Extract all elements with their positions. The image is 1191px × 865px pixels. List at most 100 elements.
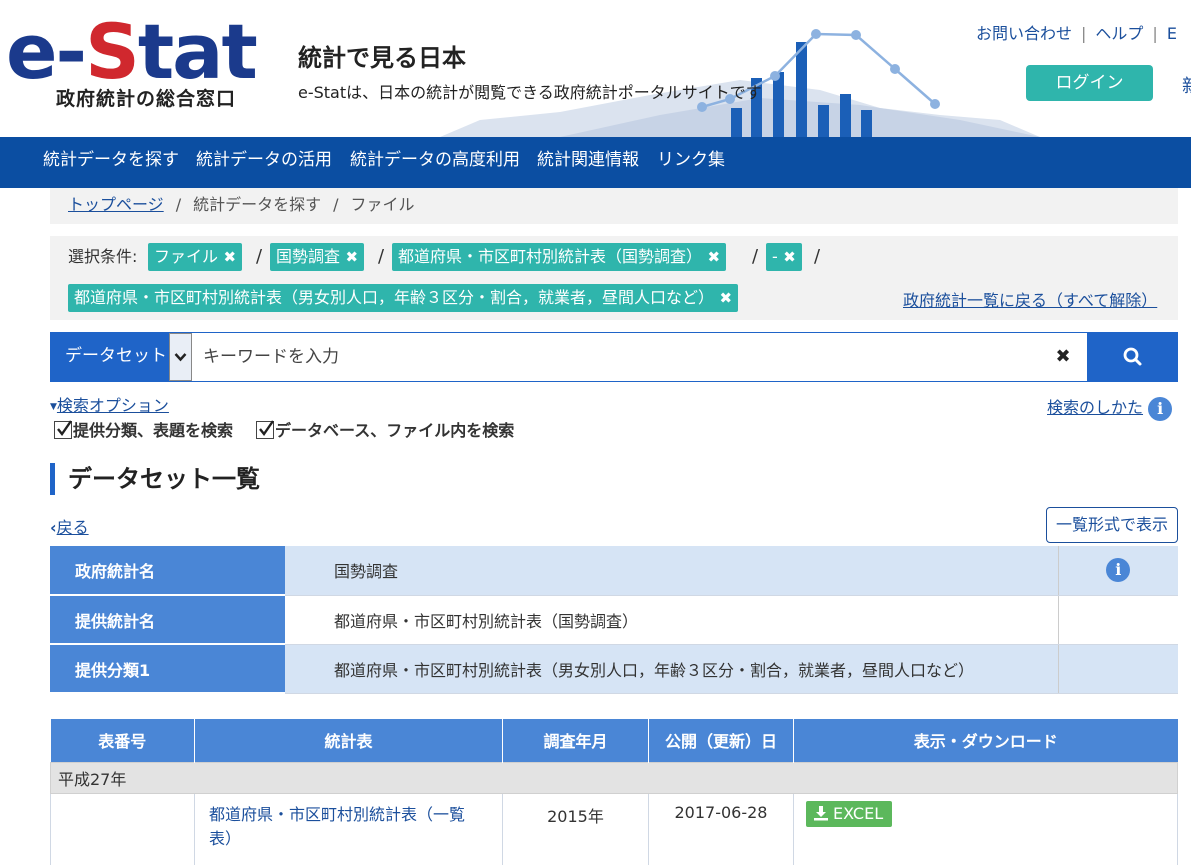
close-icon[interactable]: ✖ <box>345 243 358 271</box>
chip-label: - <box>772 247 778 266</box>
register-link-partial[interactable]: 新 <box>1182 72 1191 98</box>
checkbox-label: 提供分類、表題を検索 <box>73 421 234 440</box>
chevron-down-icon[interactable] <box>169 333 192 381</box>
logo-wordmark: e-Stat <box>6 12 258 92</box>
logo-subtitle: 政府統計の総合窓口 <box>56 88 237 110</box>
estat-logo[interactable]: e-Stat <box>6 12 258 92</box>
top-link-divider: | <box>1081 24 1087 43</box>
info-value: 国勢調査 <box>285 546 1058 596</box>
list-view-button[interactable]: 一覧形式で表示 <box>1046 507 1178 543</box>
chip-label: 国勢調査 <box>276 247 341 266</box>
column-header-survey-date: 調査年月 <box>502 719 649 762</box>
breadcrumb-file: ファイル <box>350 195 415 214</box>
top-links: お問い合わせ | ヘルプ | E <box>976 20 1177 44</box>
condition-chip-dash[interactable]: - ✖ <box>766 243 802 271</box>
close-icon[interactable]: ✖ <box>719 284 732 312</box>
table-number-cell <box>50 792 195 865</box>
checkbox-checked-icon[interactable] <box>54 420 72 439</box>
info-value: 都道府県・市区町村別統計表（男女別人口，年齢３区分・割合，就業者，昼間人口など） <box>285 644 1058 694</box>
chip-separator: / <box>378 246 385 267</box>
chip-separator: / <box>752 246 759 267</box>
search-input[interactable] <box>192 333 1087 381</box>
nav-item-data-usage[interactable]: 統計データの活用 <box>196 137 332 188</box>
year-group-row: 平成27年 <box>50 761 1178 794</box>
column-header-stat-table: 統計表 <box>194 719 503 762</box>
breadcrumb-top-page[interactable]: トップページ <box>68 195 164 214</box>
dataset-table: 表番号 統計表 調査年月 公開（更新）日 表示・ダウンロード 平成27年 都道府… <box>50 719 1178 865</box>
info-icon: i <box>1148 396 1173 421</box>
chip-label: ファイル <box>154 247 219 266</box>
search-howto-link[interactable]: 検索のしかた i <box>1047 394 1173 421</box>
search-button[interactable] <box>1087 333 1178 381</box>
download-icon <box>814 805 828 820</box>
info-cell <box>1057 595 1178 645</box>
reset-conditions-link[interactable]: 政府統計一覧に戻る（すべて解除） <box>903 287 1157 311</box>
site-title: 統計で見る日本 <box>298 44 466 72</box>
condition-chip-stat-name[interactable]: 都道府県・市区町村別統計表（国勢調査） ✖ <box>392 243 727 271</box>
table-header-row: 表番号 統計表 調査年月 公開（更新）日 表示・ダウンロード <box>50 719 1178 762</box>
nav-item-advanced-usage[interactable]: 統計データの高度利用 <box>350 137 520 188</box>
search-options-label: 検索オプション <box>56 396 169 415</box>
close-icon[interactable]: ✖ <box>707 243 720 271</box>
info-cell <box>1057 644 1178 694</box>
logo-part-tat: tat <box>137 7 258 96</box>
search-bar: データセット ✖ <box>50 332 1178 382</box>
excel-download-button[interactable]: EXCEL <box>806 800 893 827</box>
condition-chip-category[interactable]: 都道府県・市区町村別統計表（男女別人口，年齢３区分・割合，就業者，昼間人口など）… <box>68 284 739 312</box>
condition-chip-file[interactable]: ファイル ✖ <box>148 243 243 271</box>
close-icon[interactable]: ✖ <box>783 243 796 271</box>
search-type-select[interactable]: データセット <box>51 333 169 381</box>
stat-table-link[interactable]: 都道府県・市区町村別統計表（一覧表） <box>194 792 503 865</box>
published-date-cell: 2017-06-28 <box>648 792 794 865</box>
chip-label: 都道府県・市区町村別統計表（男女別人口，年齢３区分・割合，就業者，昼間人口など） <box>74 288 715 307</box>
search-options-toggle[interactable]: ▼検索オプション <box>50 392 169 416</box>
login-button[interactable]: ログイン <box>1026 65 1153 101</box>
top-link-divider: | <box>1152 24 1158 43</box>
chevron-left-icon: ‹ <box>50 518 57 537</box>
site-header: e-Stat 政府統計の総合窓口 統計で見る日本 e-Statは、日本の統計が閲… <box>0 0 1191 137</box>
info-row-provided-stat: 提供統計名 都道府県・市区町村別統計表（国勢調査） <box>50 595 1178 645</box>
close-icon[interactable]: ✖ <box>223 243 236 271</box>
search-howto-label: 検索のしかた <box>1047 398 1144 417</box>
info-icon[interactable]: i <box>1106 558 1131 583</box>
survey-date-cell: 2015年 <box>502 792 649 865</box>
help-link[interactable]: ヘルプ <box>1095 20 1143 44</box>
info-cell: i <box>1057 546 1178 596</box>
condition-chip-census[interactable]: 国勢調査 ✖ <box>270 243 365 271</box>
close-icon[interactable]: ✖ <box>1051 345 1075 369</box>
chip-label: 都道府県・市区町村別統計表（国勢調査） <box>398 247 703 266</box>
contact-link[interactable]: お問い合わせ <box>976 20 1072 44</box>
selected-conditions: 選択条件: ファイル ✖ / 国勢調査 ✖ / 都道府県・市区町村別統計表（国勢調査… <box>50 236 1178 320</box>
back-label: 戻る <box>56 518 89 537</box>
download-cell: EXCEL <box>793 792 1178 865</box>
logo-part-s: S <box>85 7 140 96</box>
column-header-download: 表示・ダウンロード <box>793 719 1178 762</box>
page-title: データセット一覧 <box>50 463 260 495</box>
conditions-label: 選択条件: <box>68 247 138 266</box>
info-value: 都道府県・市区町村別統計表（国勢調査） <box>285 595 1058 645</box>
checkbox-search-database-file[interactable]: データベース、ファイル内を検索 <box>256 420 514 442</box>
breadcrumb: トップページ / 統計データを探す / ファイル <box>50 188 1178 224</box>
caret-down-icon: ▼ <box>50 402 57 412</box>
english-link[interactable]: E <box>1167 24 1177 43</box>
info-row-gov-stat: 政府統計名 国勢調査 i <box>50 546 1178 596</box>
info-row-category: 提供分類1 都道府県・市区町村別統計表（男女別人口，年齢３区分・割合，就業者，昼… <box>50 644 1178 694</box>
year-group-label: 平成27年 <box>50 761 1178 794</box>
chip-separator: / <box>256 246 263 267</box>
nav-item-search-data[interactable]: 統計データを探す <box>43 137 179 188</box>
nav-item-related-info[interactable]: 統計関連情報 <box>537 137 639 188</box>
table-row: 都道府県・市区町村別統計表（一覧表） 2015年 2017-06-28 EXCE… <box>50 792 1178 865</box>
back-link[interactable]: ‹戻る <box>50 514 89 538</box>
breadcrumb-search-data: 統計データを探す <box>193 195 322 214</box>
column-header-table-number: 表番号 <box>50 719 195 762</box>
search-icon <box>1123 347 1142 366</box>
checkbox-checked-icon[interactable] <box>256 420 274 439</box>
info-label: 提供分類1 <box>50 644 285 694</box>
checkbox-search-category-title[interactable]: 提供分類、表題を検索 <box>54 420 233 442</box>
checkbox-label: データベース、ファイル内を検索 <box>275 421 515 440</box>
breadcrumb-separator: / <box>175 195 182 214</box>
info-label: 政府統計名 <box>50 546 285 596</box>
logo-part-e: e- <box>6 7 87 96</box>
excel-label: EXCEL <box>833 803 884 823</box>
nav-item-links[interactable]: リンク集 <box>657 137 725 188</box>
